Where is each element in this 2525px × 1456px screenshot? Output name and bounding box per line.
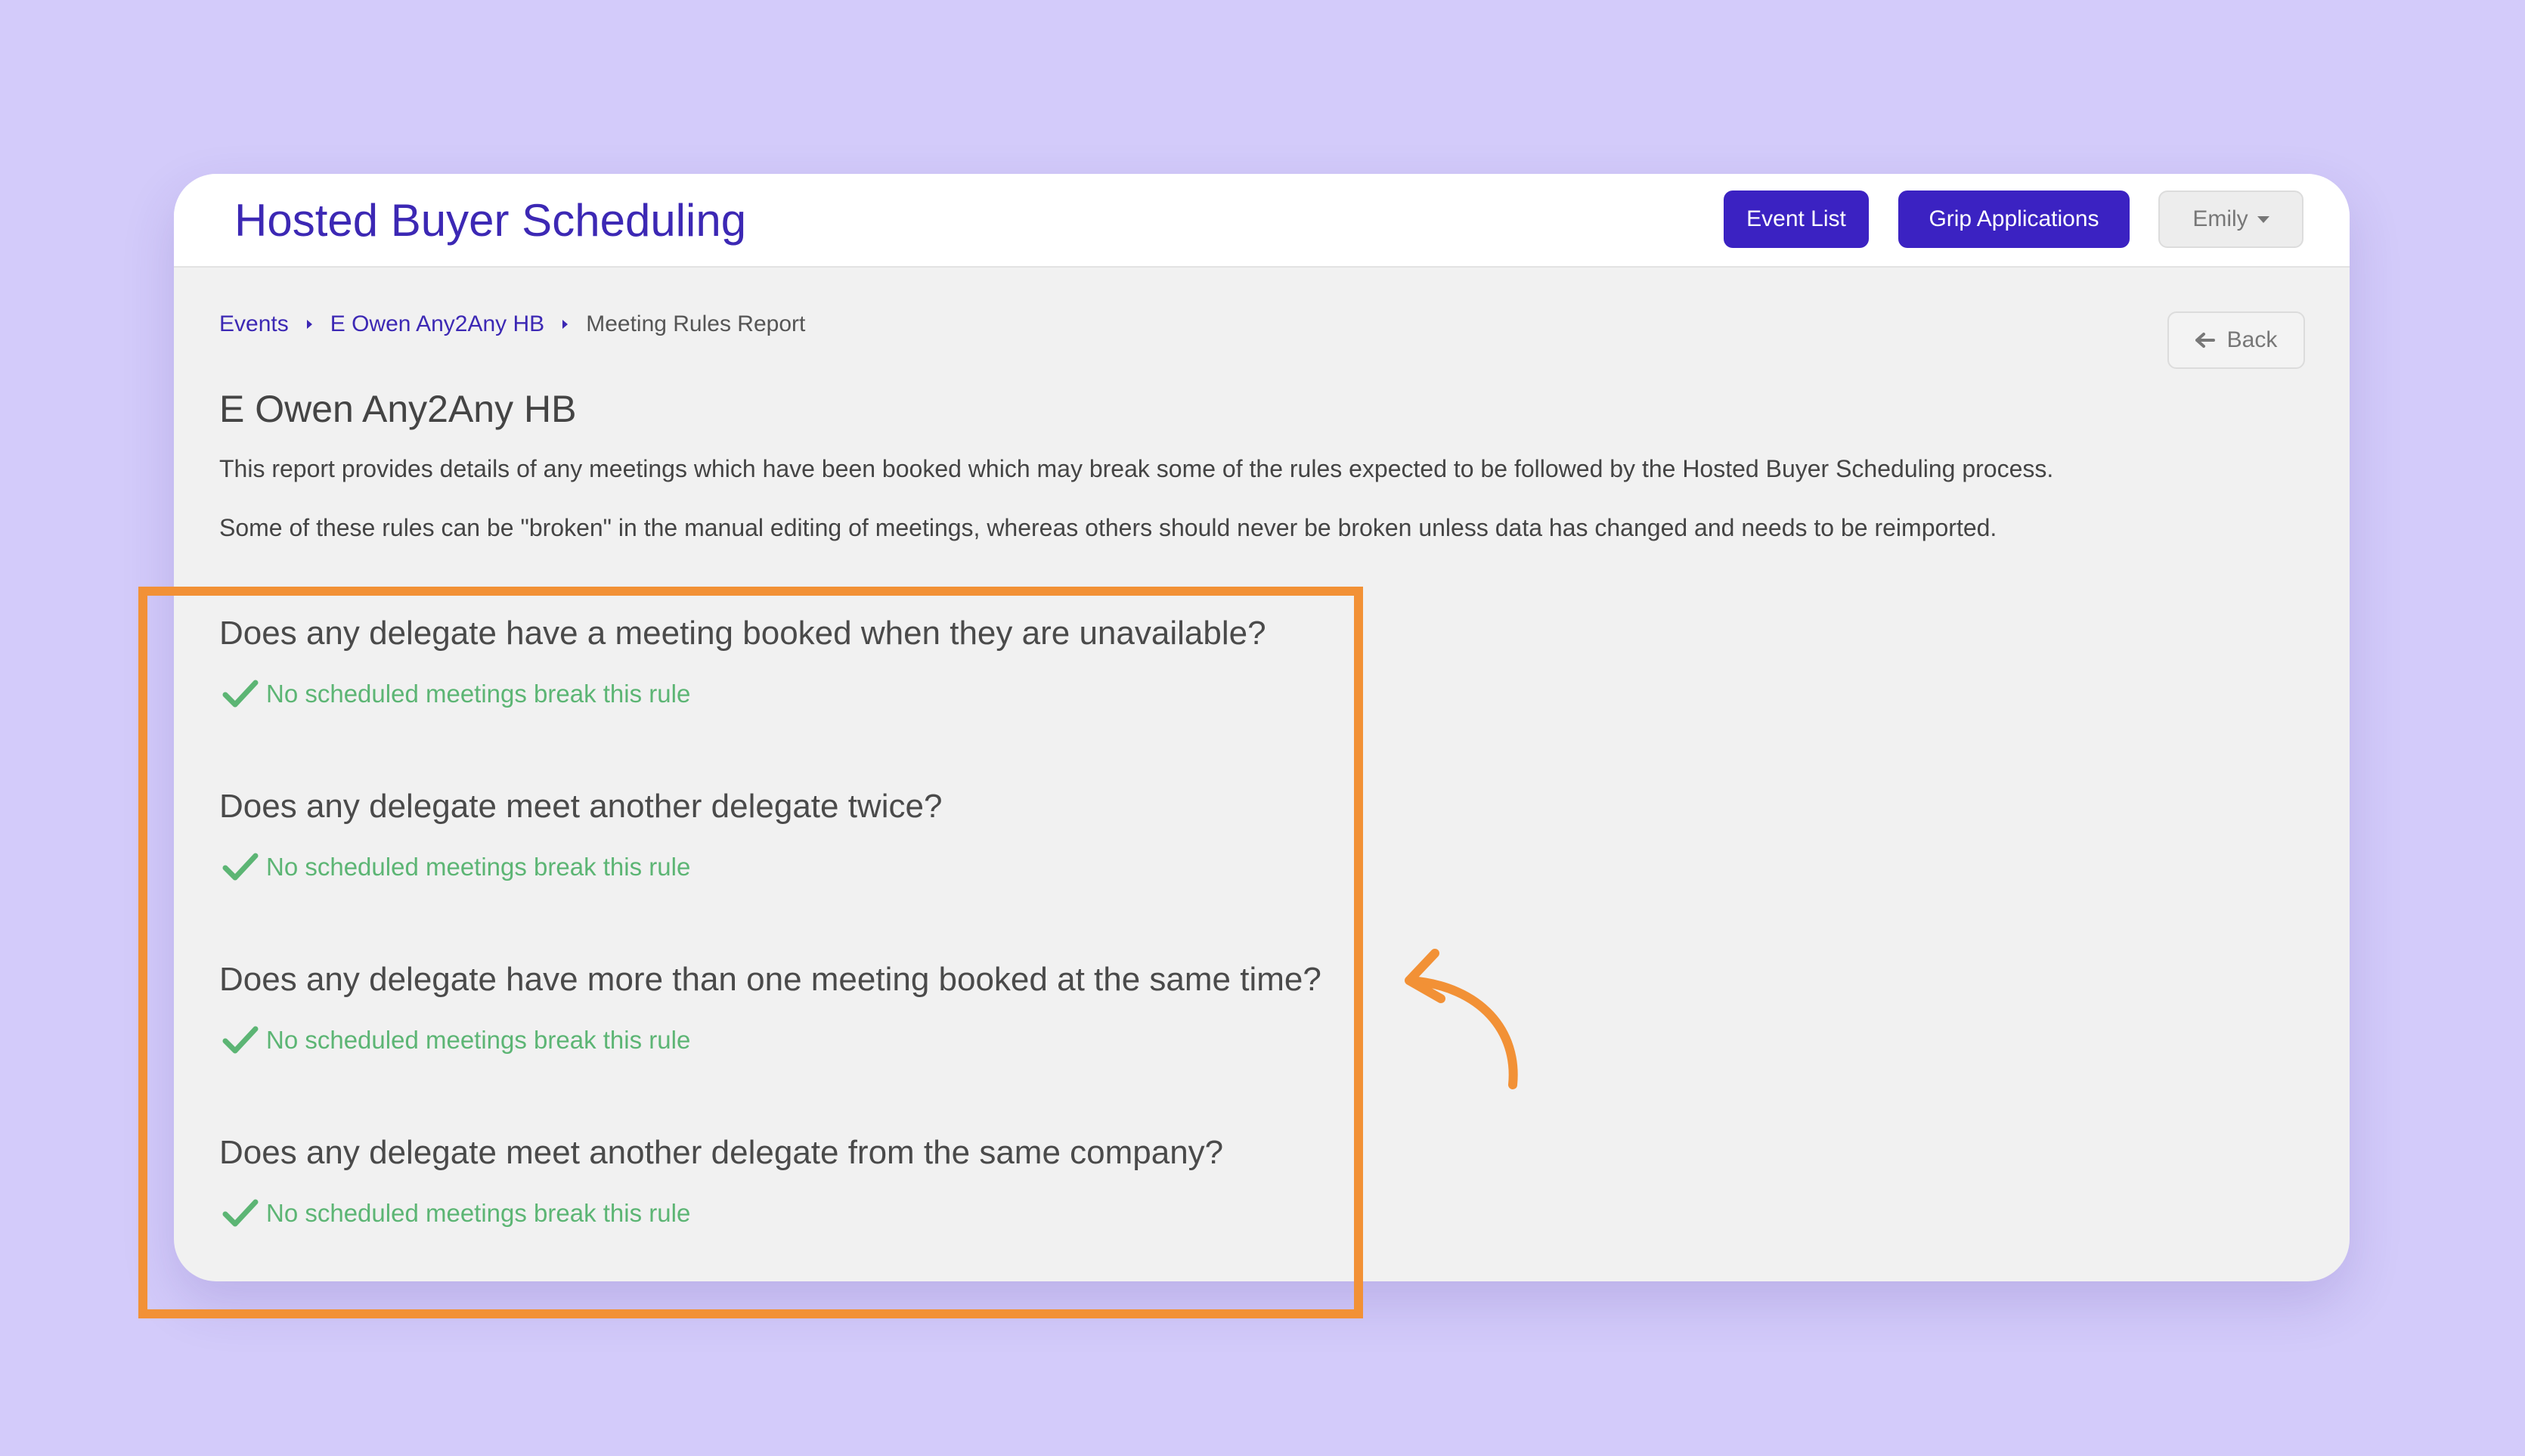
back-button[interactable]: Back bbox=[2167, 311, 2305, 369]
breadcrumb-current: Meeting Rules Report bbox=[586, 311, 806, 336]
report-description: This report provides details of any meet… bbox=[219, 455, 2054, 482]
event-list-button[interactable]: Event List bbox=[1724, 191, 1869, 248]
user-menu-button[interactable]: Emily bbox=[2158, 191, 2303, 248]
breadcrumb-separator-icon bbox=[562, 320, 569, 329]
caret-down-icon bbox=[2257, 215, 2269, 223]
back-label: Back bbox=[2226, 327, 2278, 352]
app-title[interactable]: Hosted Buyer Scheduling bbox=[234, 194, 746, 248]
page-title: E Owen Any2Any HB bbox=[219, 388, 577, 430]
breadcrumb: Events E Owen Any2Any HB Meeting Rules R… bbox=[219, 311, 805, 337]
arrow-left-icon bbox=[2195, 332, 2215, 349]
annotation-curved-arrow-icon bbox=[1405, 949, 1518, 1089]
report-note: Some of these rules can be "broken" in t… bbox=[219, 514, 1997, 541]
breadcrumb-event-link[interactable]: E Owen Any2Any HB bbox=[330, 311, 544, 337]
top-navbar: Hosted Buyer Scheduling Event List Grip … bbox=[174, 174, 2350, 268]
breadcrumb-separator-icon bbox=[306, 320, 312, 329]
user-name: Emily bbox=[2192, 206, 2248, 231]
grip-applications-button[interactable]: Grip Applications bbox=[1898, 191, 2130, 248]
annotation-highlight-box bbox=[138, 587, 1363, 1318]
breadcrumb-events-link[interactable]: Events bbox=[219, 311, 289, 337]
